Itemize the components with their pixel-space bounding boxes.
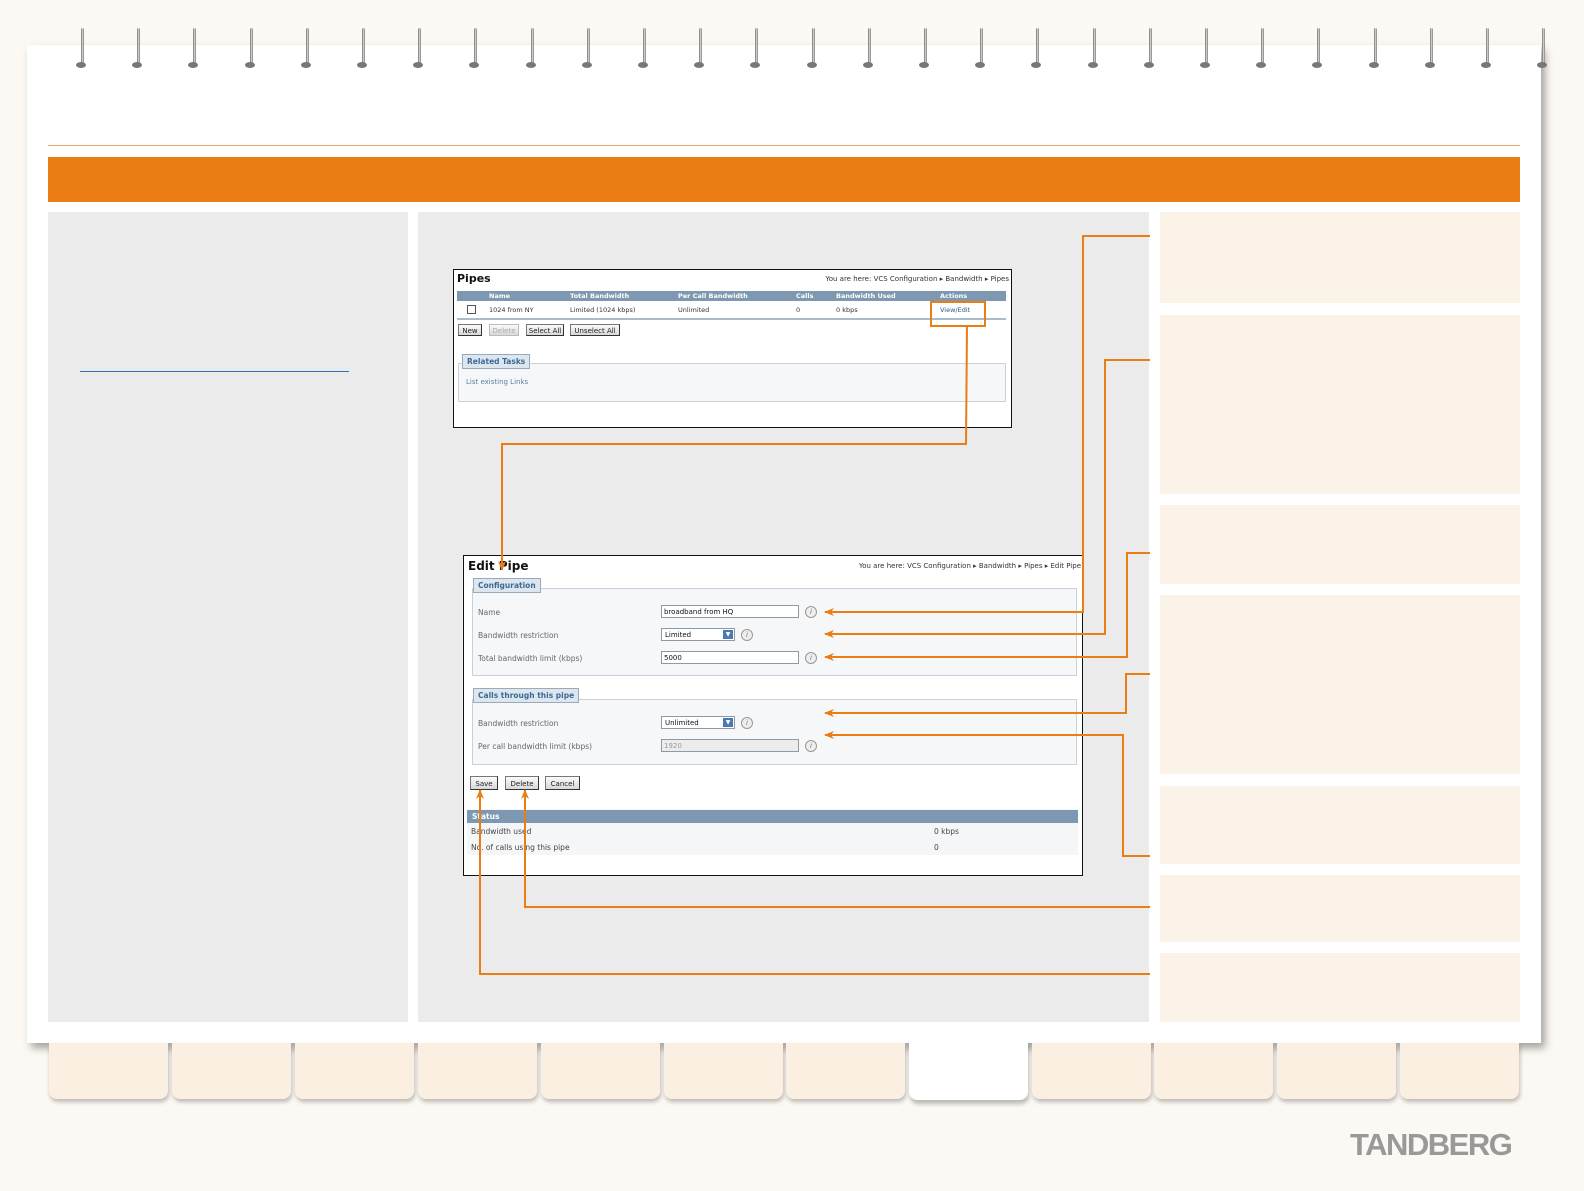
callout-per-call-limit (824, 731, 1150, 857)
section-tab[interactable] (1154, 1043, 1273, 1099)
section-tab[interactable] (172, 1043, 291, 1099)
tandberg-logo: TANDBERG (1350, 1127, 1513, 1162)
callout-view-edit (498, 325, 968, 571)
section-tab[interactable] (295, 1043, 414, 1099)
callout-save (476, 789, 1150, 975)
section-tab[interactable] (418, 1043, 537, 1099)
section-tab[interactable] (664, 1043, 783, 1099)
view-edit-highlight (930, 301, 986, 327)
callout-total-limit (824, 552, 1150, 661)
section-tab[interactable] (786, 1043, 905, 1099)
section-tab[interactable] (541, 1043, 660, 1099)
callout-restriction (824, 359, 1150, 638)
callout-name (824, 235, 1150, 616)
callout-delete (521, 789, 1150, 908)
section-tab[interactable] (1277, 1043, 1396, 1099)
section-tab-active[interactable] (909, 1040, 1028, 1100)
section-tab[interactable] (49, 1043, 168, 1099)
section-tab[interactable] (1032, 1043, 1151, 1099)
callout-lines (476, 235, 1150, 975)
section-tab[interactable] (1400, 1043, 1519, 1099)
callout-call-restriction (824, 673, 1150, 717)
